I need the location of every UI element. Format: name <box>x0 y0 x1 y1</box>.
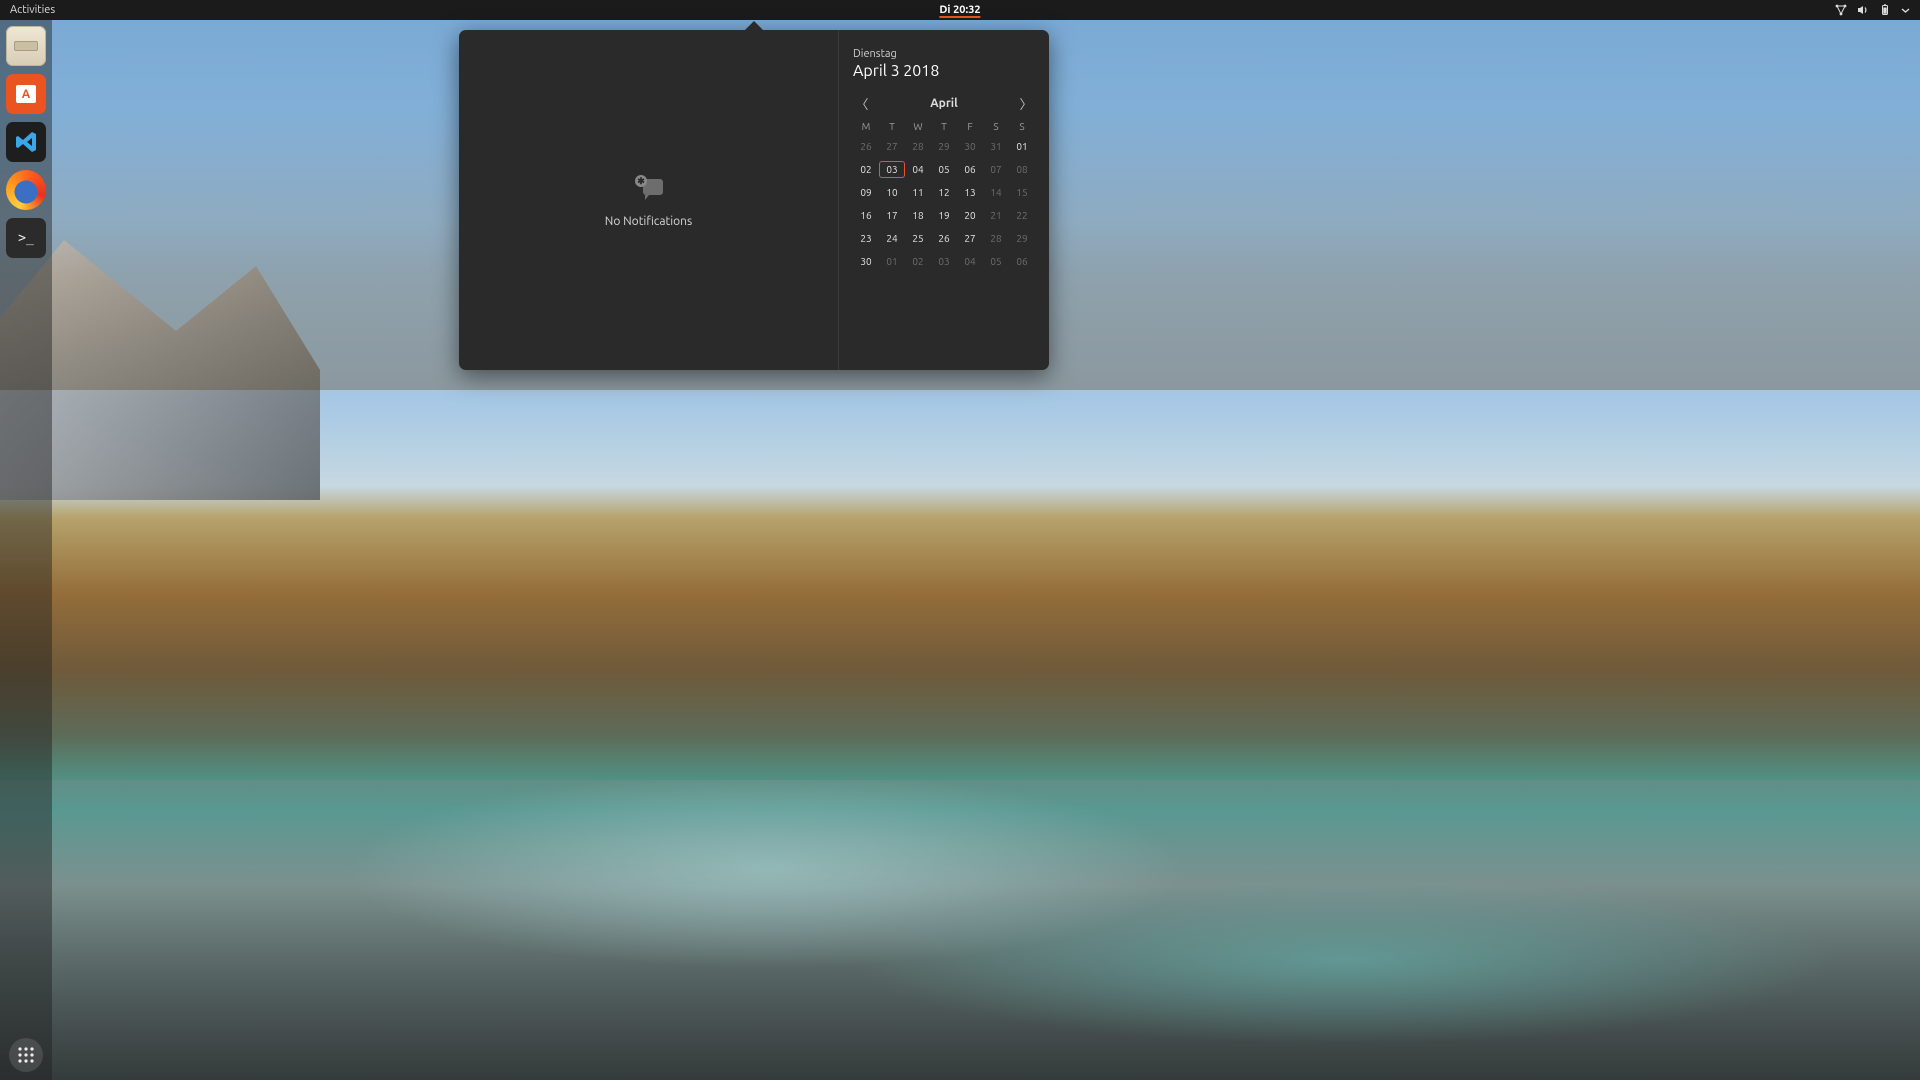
calendar-day[interactable]: 27 <box>879 138 905 155</box>
volume-icon <box>1857 4 1869 16</box>
calendar-dow: F <box>957 121 983 132</box>
svg-text:✱: ✱ <box>637 176 645 186</box>
software-icon <box>16 85 36 103</box>
dock-app-terminal[interactable]: >_ <box>6 218 46 258</box>
calendar-day[interactable]: 25 <box>905 230 931 247</box>
dock-app-firefox[interactable] <box>6 170 46 210</box>
top-bar: Activities Di 20:32 <box>0 0 1920 20</box>
calendar-day[interactable]: 15 <box>1009 184 1035 201</box>
calendar-prev-button[interactable]: 〈 <box>853 94 871 113</box>
calendar-day[interactable]: 12 <box>931 184 957 201</box>
calendar-month-label: April <box>930 97 958 110</box>
system-status-area[interactable] <box>1835 4 1920 16</box>
calendar-day[interactable]: 28 <box>983 230 1009 247</box>
calendar-day[interactable]: 26 <box>931 230 957 247</box>
show-applications-button[interactable] <box>9 1038 43 1072</box>
calendar-day[interactable]: 08 <box>1009 161 1035 178</box>
calendar-day[interactable]: 04 <box>905 161 931 178</box>
calendar-day[interactable]: 18 <box>905 207 931 224</box>
calendar-day[interactable]: 02 <box>853 161 879 178</box>
network-icon <box>1835 4 1847 16</box>
calendar-day[interactable]: 07 <box>983 161 1009 178</box>
calendar-dow: T <box>931 121 957 132</box>
calendar-day[interactable]: 04 <box>957 253 983 270</box>
calendar-day[interactable]: 22 <box>1009 207 1035 224</box>
calendar-day[interactable]: 02 <box>905 253 931 270</box>
calendar-day[interactable]: 29 <box>931 138 957 155</box>
activities-button[interactable]: Activities <box>0 4 65 16</box>
calendar-next-button[interactable]: 〉 <box>1017 94 1035 113</box>
calendar-day[interactable]: 28 <box>905 138 931 155</box>
calendar-day[interactable]: 30 <box>853 253 879 270</box>
calendar-day[interactable]: 17 <box>879 207 905 224</box>
grid-icon <box>17 1046 35 1064</box>
calendar-date: April 3 2018 <box>853 62 1035 80</box>
calendar-day[interactable]: 29 <box>1009 230 1035 247</box>
calendar-day[interactable]: 01 <box>879 253 905 270</box>
files-icon <box>14 41 38 51</box>
calendar-day[interactable]: 09 <box>853 184 879 201</box>
datetime-popover: ✱ No Notifications Dienstag April 3 2018… <box>459 30 1049 370</box>
clock-active-indicator <box>939 16 980 18</box>
dock: >_ <box>0 20 52 1080</box>
calendar-day[interactable]: 03 <box>931 253 957 270</box>
calendar-day[interactable]: 03 <box>879 161 905 178</box>
calendar-day[interactable]: 20 <box>957 207 983 224</box>
calendar-day[interactable]: 30 <box>957 138 983 155</box>
calendar-day[interactable]: 24 <box>879 230 905 247</box>
calendar-day[interactable]: 16 <box>853 207 879 224</box>
calendar-day[interactable]: 23 <box>853 230 879 247</box>
clock-label: Di 20:32 <box>939 4 980 16</box>
calendar-day[interactable]: 11 <box>905 184 931 201</box>
clock-button[interactable]: Di 20:32 <box>939 4 980 16</box>
calendar-dow: S <box>983 121 1009 132</box>
dock-app-software[interactable] <box>6 74 46 114</box>
calendar-day[interactable]: 06 <box>1009 253 1035 270</box>
notifications-empty-icon: ✱ <box>631 173 667 205</box>
calendar-day[interactable]: 05 <box>983 253 1009 270</box>
dock-app-vscode[interactable] <box>6 122 46 162</box>
calendar-day[interactable]: 31 <box>983 138 1009 155</box>
chevron-down-icon <box>1901 6 1910 15</box>
calendar-dow: M <box>853 121 879 132</box>
battery-icon <box>1879 4 1891 16</box>
calendar-day[interactable]: 27 <box>957 230 983 247</box>
calendar-day[interactable]: 01 <box>1009 138 1035 155</box>
notifications-pane: ✱ No Notifications <box>459 30 839 370</box>
calendar-day[interactable]: 14 <box>983 184 1009 201</box>
dock-app-files[interactable] <box>6 26 46 66</box>
calendar-day[interactable]: 10 <box>879 184 905 201</box>
terminal-icon: >_ <box>18 231 34 246</box>
calendar-dow: T <box>879 121 905 132</box>
calendar-day[interactable]: 13 <box>957 184 983 201</box>
calendar-weekday: Dienstag <box>853 48 1035 60</box>
vscode-icon <box>13 129 39 155</box>
calendar-grid: MTWTFSS262728293031010203040506070809101… <box>853 121 1035 270</box>
calendar-day[interactable]: 05 <box>931 161 957 178</box>
calendar-dow: S <box>1009 121 1035 132</box>
calendar-day[interactable]: 06 <box>957 161 983 178</box>
notifications-empty-label: No Notifications <box>605 215 692 228</box>
calendar-day[interactable]: 26 <box>853 138 879 155</box>
calendar-day[interactable]: 21 <box>983 207 1009 224</box>
calendar-pane: Dienstag April 3 2018 〈 April 〉 MTWTFSS2… <box>839 30 1049 370</box>
calendar-dow: W <box>905 121 931 132</box>
calendar-day[interactable]: 19 <box>931 207 957 224</box>
wallpaper-river <box>0 780 1920 1080</box>
